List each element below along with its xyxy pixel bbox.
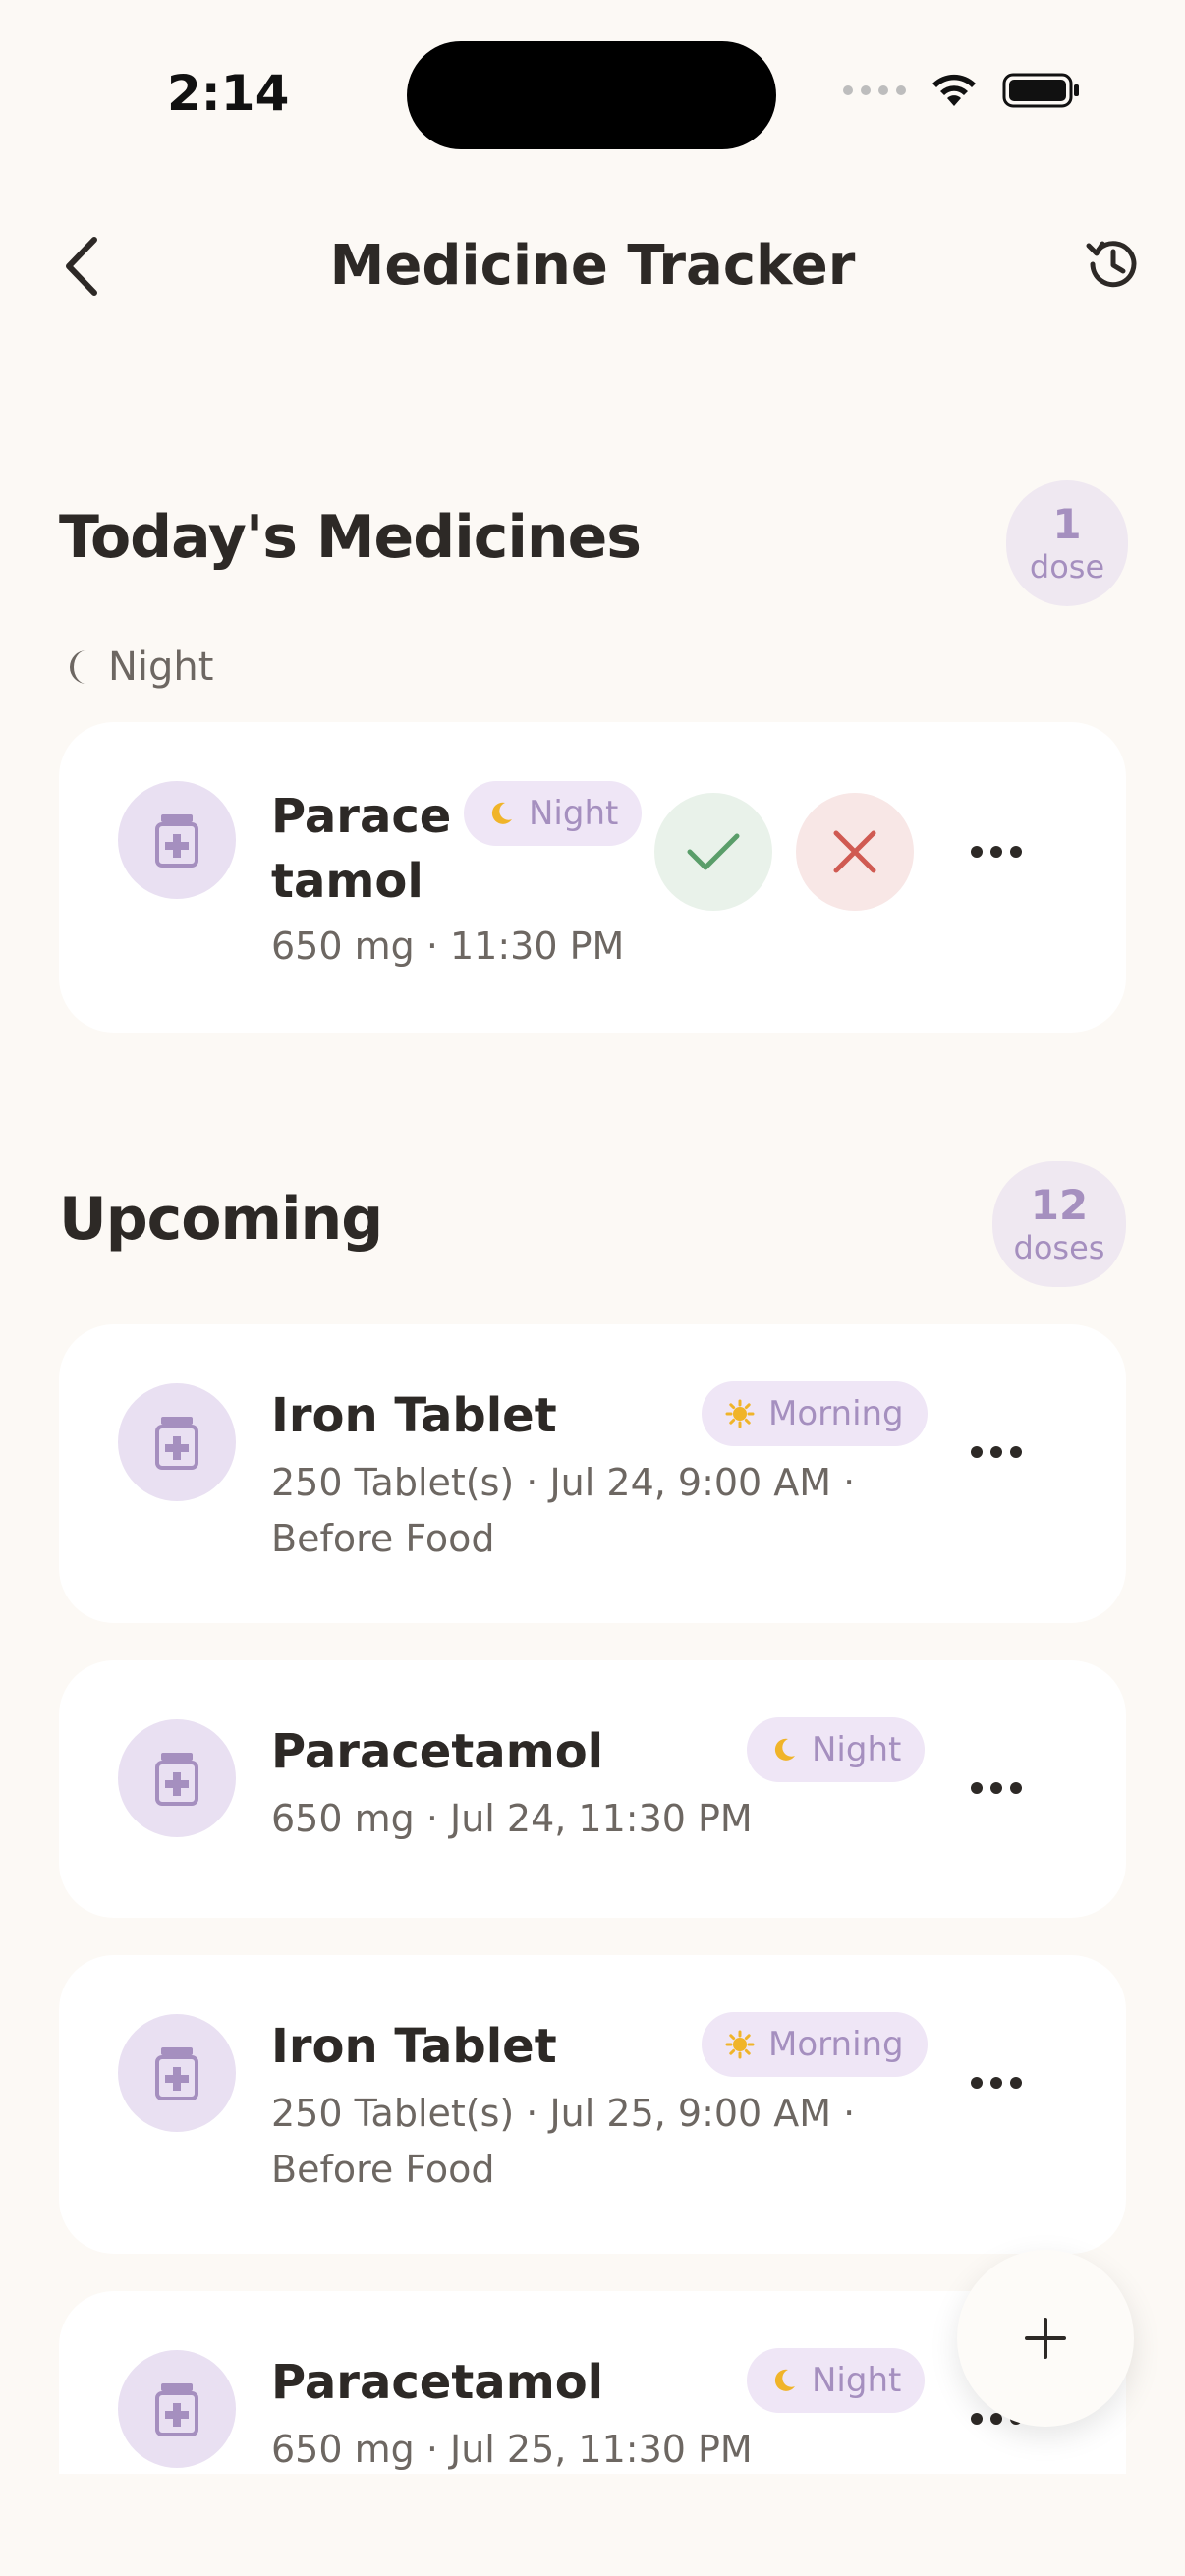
time-of-day-tag: Night [747, 2348, 926, 2413]
status-icons [843, 71, 1081, 110]
medicine-name: Paracetamol [271, 1724, 604, 1779]
medicine-detail: 650 mg · 11:30 PM [271, 924, 625, 968]
today-count-number: 1 [1052, 500, 1082, 548]
tag-label: Morning [768, 2025, 904, 2064]
dynamic-island [407, 41, 776, 149]
tag-label: Night [529, 794, 619, 833]
upcoming-medicine-card[interactable]: Iron Tablet 250 Tablet(s) · Jul 25, 9:00… [59, 1955, 1126, 2254]
time-of-day-tag: Morning [702, 1381, 928, 1446]
upcoming-medicine-card[interactable]: Paracetamol 650 mg · Jul 24, 11:30 PM Ni… [59, 1660, 1126, 1918]
upcoming-count-badge: 12 doses [992, 1161, 1126, 1287]
today-count-unit: dose [1029, 548, 1105, 586]
medicine-detail-timing: Before Food [271, 1517, 495, 1560]
upcoming-count-number: 12 [1030, 1181, 1089, 1229]
today-count-badge: 1 dose [1006, 480, 1128, 606]
medicine-detail: 250 Tablet(s) · Jul 25, 9:00 AM · [271, 2092, 856, 2135]
more-options-button[interactable] [957, 1423, 1036, 1482]
medicine-name-line2: tamol [271, 854, 423, 909]
mark-skipped-button[interactable] [796, 793, 914, 911]
history-icon [1086, 241, 1137, 288]
upcoming-count-unit: doses [1013, 1229, 1105, 1266]
mark-taken-button[interactable] [654, 793, 772, 911]
medicine-detail: 650 mg · Jul 25, 11:30 PM [271, 2428, 753, 2471]
battery-icon [1002, 73, 1079, 108]
upcoming-medicine-card[interactable]: Iron Tablet 250 Tablet(s) · Jul 24, 9:00… [59, 1324, 1126, 1623]
plus-icon [1025, 2318, 1066, 2359]
medicine-name: Paracetamol [271, 2355, 604, 2410]
moon-icon [774, 1738, 795, 1761]
moon-icon [774, 2369, 795, 2391]
tag-label: Night [812, 1730, 902, 1769]
tag-label: Night [812, 2361, 902, 2400]
sun-icon [725, 1399, 755, 1428]
signal-dots-icon [843, 85, 906, 95]
medicine-bottle-icon [118, 1719, 236, 1837]
medicine-bottle-icon [118, 2014, 236, 2132]
status-time: 2:14 [167, 65, 290, 122]
moon-icon [491, 802, 512, 824]
medicine-bottle-icon [118, 2350, 236, 2468]
more-options-button[interactable] [957, 822, 1036, 881]
history-button[interactable] [1081, 232, 1146, 297]
tag-label: Morning [768, 1394, 904, 1433]
medicine-tracker-screen: 2:14 Medicine Tracker Today's Medicines … [0, 0, 1185, 2576]
checkmark-icon [687, 833, 740, 870]
medicine-name: Iron Tablet [271, 2019, 557, 2074]
time-of-day-tag: Night [747, 1717, 926, 1782]
group-label-night: Night [65, 644, 213, 690]
medicine-bottle-icon [118, 1383, 236, 1501]
medicine-detail: 250 Tablet(s) · Jul 24, 9:00 AM · [271, 1461, 856, 1504]
today-medicine-card[interactable]: Parace tamol 650 mg · 11:30 PM Night [59, 722, 1126, 1033]
page-title: Medicine Tracker [329, 234, 856, 298]
bottom-safe-area [0, 2474, 1185, 2576]
medicine-name: Iron Tablet [271, 1388, 557, 1443]
sun-icon [725, 2030, 755, 2059]
medicine-detail: 650 mg · Jul 24, 11:30 PM [271, 1797, 753, 1840]
group-label-text: Night [108, 644, 214, 690]
medicine-name-line1: Parace [271, 789, 452, 844]
add-medicine-button[interactable] [957, 2250, 1134, 2427]
medicine-detail-timing: Before Food [271, 2148, 495, 2191]
wifi-icon [932, 74, 976, 106]
time-of-day-tag: Morning [702, 2012, 928, 2077]
upcoming-title: Upcoming [59, 1185, 383, 1254]
more-options-button[interactable] [957, 2053, 1036, 2112]
close-icon [833, 830, 876, 873]
more-options-button[interactable] [957, 1759, 1036, 1818]
medicine-bottle-icon [118, 781, 236, 899]
todays-medicines-title: Today's Medicines [59, 503, 642, 572]
moon-icon [69, 650, 86, 684]
time-of-day-tag: Night [464, 781, 643, 846]
